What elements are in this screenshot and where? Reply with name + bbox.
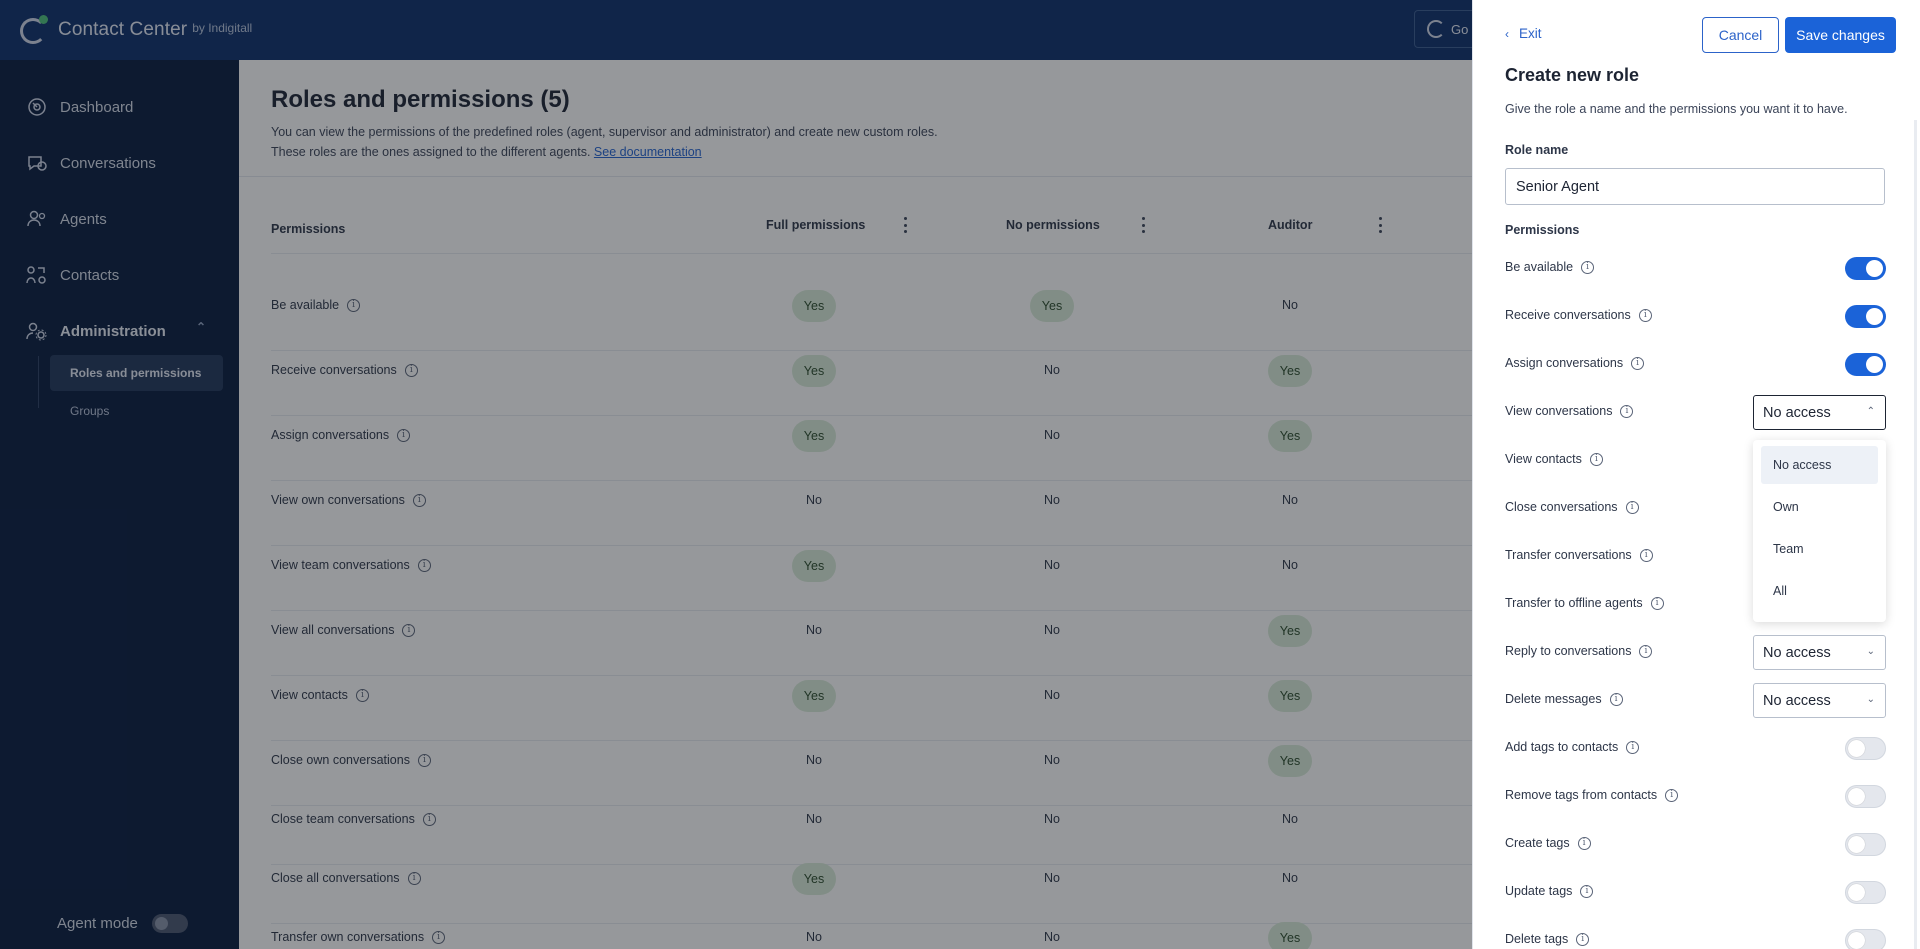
info-icon[interactable]: i [1639,548,1653,562]
dropdown-option-own[interactable]: Own [1761,488,1878,526]
assign-conversations-toggle[interactable] [1845,353,1886,376]
exit-label: Exit [1519,26,1542,41]
panel-subtitle: Give the role a name and the permissions… [1505,102,1848,116]
be-available-toggle[interactable] [1845,257,1886,280]
info-icon[interactable]: i [1631,356,1645,370]
chevron-down-icon: ⌄ [1866,694,1875,705]
create-role-panel: ‹ Exit Cancel Save changes Create new ro… [1472,0,1920,949]
view-conversations-select[interactable]: No access ⌃ [1753,395,1886,430]
permission-label: Add tags to contacts [1505,740,1619,754]
dropdown-option-team[interactable]: Team [1761,530,1878,568]
info-icon[interactable]: i [1638,308,1652,322]
info-icon[interactable]: i [1625,500,1639,514]
select-value: No access [1763,692,1831,709]
permission-label: Receive conversations [1505,308,1631,322]
permission-view-contacts: View contacts i [1505,452,1603,466]
permission-label: Assign conversations [1505,356,1624,370]
delete-tags-toggle[interactable] [1845,929,1886,949]
create-tags-toggle[interactable] [1845,833,1886,856]
permission-label: Update tags [1505,884,1573,898]
permission-label: Delete tags [1505,932,1569,946]
permission-label: Transfer to offline agents [1505,596,1643,610]
view-conversations-dropdown-menu: No access Own Team All [1753,440,1886,622]
cancel-button[interactable]: Cancel [1702,17,1779,53]
info-icon[interactable]: i [1620,404,1634,418]
panel-title: Create new role [1505,65,1640,85]
dropdown-option-no-access[interactable]: No access [1761,446,1878,484]
role-name-input[interactable] [1505,168,1885,205]
add-tags-to-contacts-toggle[interactable] [1845,737,1886,760]
permission-label: Create tags [1505,836,1570,850]
permission-reply-to-conversations: Reply to conversations i [1505,644,1653,658]
panel-scrollbar[interactable] [1914,120,1917,949]
info-icon[interactable]: i [1626,740,1640,754]
update-tags-toggle[interactable] [1845,881,1886,904]
info-icon[interactable]: i [1581,260,1595,274]
chevron-down-icon: ⌄ [1866,646,1875,657]
permission-label: Reply to conversations [1505,644,1632,658]
info-icon[interactable]: i [1577,836,1591,850]
delete-messages-select[interactable]: No access ⌄ [1753,683,1886,718]
permission-label: View conversations [1505,404,1613,418]
chevron-left-icon: ‹ [1505,26,1509,41]
info-icon[interactable]: i [1576,932,1590,946]
dropdown-option-all[interactable]: All [1761,572,1878,610]
receive-conversations-toggle[interactable] [1845,305,1886,328]
permission-receive-conversations: Receive conversations i [1505,308,1652,322]
role-name-label: Role name [1505,143,1569,157]
permission-label: View contacts [1505,452,1582,466]
info-icon[interactable]: i [1580,884,1594,898]
permission-label: Transfer conversations [1505,548,1632,562]
save-changes-button[interactable]: Save changes [1785,17,1896,53]
info-icon[interactable]: i [1650,596,1664,610]
permission-transfer-to-offline-agents: Transfer to offline agents i [1505,596,1664,610]
permission-delete-messages: Delete messages i [1505,692,1623,706]
chevron-up-icon: ⌃ [1866,406,1875,417]
permission-transfer-conversations: Transfer conversations i [1505,548,1653,562]
permission-label: Be available [1505,260,1574,274]
permission-view-conversations: View conversations i [1505,404,1634,418]
permission-label: Close conversations [1505,500,1618,514]
permission-remove-tags-from-contacts: Remove tags from contacts i [1505,788,1679,802]
info-icon[interactable]: i [1609,692,1623,706]
info-icon[interactable]: i [1589,452,1603,466]
select-value: No access [1763,644,1831,661]
permission-close-conversations: Close conversations i [1505,500,1639,514]
permission-update-tags: Update tags i [1505,884,1594,898]
info-icon[interactable]: i [1639,644,1653,658]
info-icon[interactable]: i [1665,788,1679,802]
permission-delete-tags: Delete tags i [1505,932,1590,946]
permission-assign-conversations: Assign conversations i [1505,356,1645,370]
permissions-label: Permissions [1505,223,1580,237]
modal-backdrop[interactable] [0,0,1472,949]
remove-tags-from-contacts-toggle[interactable] [1845,785,1886,808]
permission-create-tags: Create tags i [1505,836,1591,850]
reply-to-conversations-select[interactable]: No access ⌄ [1753,635,1886,670]
select-value: No access [1763,404,1831,421]
permission-label: Remove tags from contacts [1505,788,1658,802]
permission-add-tags-to-contacts: Add tags to contacts i [1505,740,1640,754]
permission-label: Delete messages [1505,692,1602,706]
permission-be-available: Be available i [1505,260,1595,274]
exit-button[interactable]: ‹ Exit [1505,26,1542,41]
